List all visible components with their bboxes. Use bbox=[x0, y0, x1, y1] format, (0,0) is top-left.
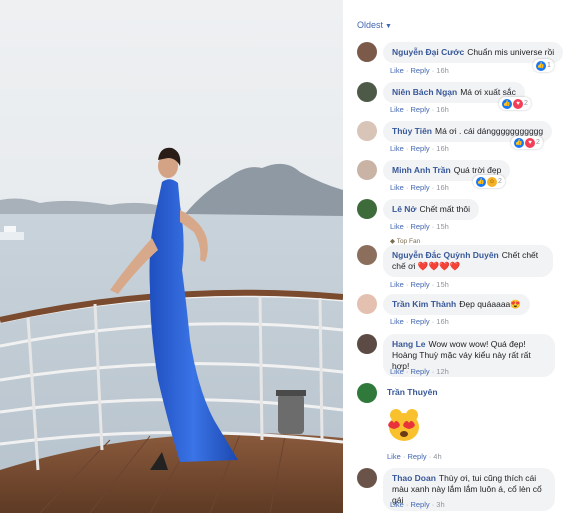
comment-author[interactable]: Trần Kim Thành bbox=[392, 299, 456, 309]
sticker[interactable] bbox=[383, 403, 425, 445]
comment-text: Đẹp quáaaaa😍 bbox=[459, 299, 521, 309]
comment-meta: Like · Reply · 3h bbox=[390, 500, 445, 509]
comment-meta: Like · Reply · 15h bbox=[390, 280, 449, 289]
comment-time[interactable]: 16h bbox=[436, 105, 449, 114]
comments-panel: Oldest ▼ Nguyễn Đại Cước Chuẩn mis univers… bbox=[343, 0, 580, 513]
sort-label: Oldest bbox=[357, 20, 384, 30]
comment-time[interactable]: 16h bbox=[436, 66, 449, 75]
like-link[interactable]: Like bbox=[387, 452, 401, 461]
reply-link[interactable]: Reply bbox=[410, 317, 429, 326]
reply-link[interactable]: Reply bbox=[410, 66, 429, 75]
comment-time[interactable]: 16h bbox=[436, 144, 449, 153]
reply-link[interactable]: Reply bbox=[410, 183, 429, 192]
reaction-count: 2 bbox=[536, 139, 540, 146]
like-icon: 👍 bbox=[502, 98, 512, 109]
like-icon: 👍 bbox=[476, 176, 486, 187]
avatar[interactable] bbox=[357, 468, 377, 488]
reaction-summary[interactable]: 👍 ☺ 2 bbox=[473, 175, 505, 188]
comment-author[interactable]: Lê Nở bbox=[392, 204, 416, 214]
reply-link[interactable]: Reply bbox=[410, 222, 429, 231]
reaction-count: 1 bbox=[547, 62, 551, 69]
comment-time[interactable]: 16h bbox=[436, 317, 449, 326]
avatar[interactable] bbox=[357, 383, 377, 403]
like-link[interactable]: Like bbox=[390, 144, 404, 153]
comment-author[interactable]: Nguyễn Đại Cước bbox=[392, 47, 464, 57]
reaction-summary[interactable]: 👍 1 bbox=[533, 59, 554, 72]
comment-text: Má ơi xuất sắc bbox=[460, 87, 516, 97]
avatar[interactable] bbox=[357, 199, 377, 219]
comment-time[interactable]: 15h bbox=[436, 280, 449, 289]
reaction-count: 2 bbox=[498, 178, 502, 185]
comment-author[interactable]: Thùy Tiên bbox=[392, 126, 432, 136]
like-link[interactable]: Like bbox=[390, 280, 404, 289]
comment-meta: Like · Reply · 12h bbox=[390, 367, 449, 376]
comment-meta: Like · Reply · 16h bbox=[390, 66, 449, 75]
haha-icon: ☺ bbox=[487, 176, 497, 187]
love-icon: ♥ bbox=[525, 137, 535, 148]
comment-time[interactable]: 3h bbox=[436, 500, 444, 509]
comment-author[interactable]: Niên Bách Ngạn bbox=[392, 87, 457, 97]
comment-author[interactable]: Hang Le bbox=[392, 339, 426, 349]
avatar[interactable] bbox=[357, 160, 377, 180]
comment-text: Quá trời đẹp bbox=[453, 165, 502, 175]
comment-bubble: Nguyễn Đắc Quỳnh Duyên Chết chết chế ơi ❤… bbox=[383, 245, 553, 277]
photo-image bbox=[0, 0, 343, 513]
sticker-image bbox=[388, 409, 419, 441]
avatar[interactable] bbox=[357, 245, 377, 265]
avatar[interactable] bbox=[357, 294, 377, 314]
comment-author[interactable]: Thao Doan bbox=[392, 473, 436, 483]
like-icon: 👍 bbox=[536, 60, 546, 71]
post-photo[interactable] bbox=[0, 0, 343, 513]
comment-meta: Like · Reply · 16h bbox=[390, 144, 449, 153]
like-link[interactable]: Like bbox=[390, 367, 404, 376]
like-link[interactable]: Like bbox=[390, 66, 404, 75]
comment-meta: Like · Reply · 15h bbox=[390, 222, 449, 231]
reply-link[interactable]: Reply bbox=[407, 452, 426, 461]
like-link[interactable]: Like bbox=[390, 183, 404, 192]
reaction-summary[interactable]: 👍 ♥ 2 bbox=[499, 97, 531, 110]
comment-text: Chết mất thôi bbox=[419, 204, 471, 214]
comment-text: Má ơi . cái dánggggggggggg bbox=[435, 126, 544, 136]
love-icon: ♥ bbox=[513, 98, 523, 109]
top-fan-label: Top Fan bbox=[396, 238, 421, 245]
avatar[interactable] bbox=[357, 334, 377, 354]
avatar[interactable] bbox=[357, 82, 377, 102]
comment-meta: Like · Reply · 16h bbox=[390, 317, 449, 326]
comment-time[interactable]: 12h bbox=[436, 367, 449, 376]
comment-meta: Like · Reply · 16h bbox=[390, 183, 449, 192]
reply-link[interactable]: Reply bbox=[410, 105, 429, 114]
reply-link[interactable]: Reply bbox=[410, 144, 429, 153]
comment-bubble: Trần Kim Thành Đẹp quáaaaa😍 bbox=[383, 294, 530, 315]
comment-author[interactable]: Trần Thuyên bbox=[387, 387, 438, 397]
reply-link[interactable]: Reply bbox=[410, 367, 429, 376]
sort-dropdown[interactable]: Oldest ▼ bbox=[357, 20, 392, 30]
comment-bubble: Lê Nở Chết mất thôi bbox=[383, 199, 480, 220]
comment-author[interactable]: Minh Anh Trần bbox=[392, 165, 451, 175]
reply-link[interactable]: Reply bbox=[410, 500, 429, 509]
comment-meta: Like · Reply · 4h bbox=[387, 452, 442, 461]
like-link[interactable]: Like bbox=[390, 222, 404, 231]
reaction-count: 2 bbox=[524, 100, 528, 107]
top-fan-badge: ◆ Top Fan bbox=[390, 238, 421, 245]
like-link[interactable]: Like bbox=[390, 500, 404, 509]
comment-author[interactable]: Nguyễn Đắc Quỳnh Duyên bbox=[392, 250, 499, 260]
reply-link[interactable]: Reply bbox=[410, 280, 429, 289]
comment-time[interactable]: 4h bbox=[433, 452, 441, 461]
avatar[interactable] bbox=[357, 121, 377, 141]
like-link[interactable]: Like bbox=[390, 105, 404, 114]
avatar[interactable] bbox=[357, 42, 377, 62]
comment-time[interactable]: 15h bbox=[436, 222, 449, 231]
chevron-down-icon: ▼ bbox=[385, 23, 392, 30]
like-icon: 👍 bbox=[514, 137, 524, 148]
comment-meta: Like · Reply · 16h bbox=[390, 105, 449, 114]
reaction-summary[interactable]: 👍 ♥ 2 bbox=[511, 136, 543, 149]
comment-time[interactable]: 16h bbox=[436, 183, 449, 192]
comment-text: Chuẩn mis universe rồi bbox=[467, 47, 555, 57]
like-link[interactable]: Like bbox=[390, 317, 404, 326]
